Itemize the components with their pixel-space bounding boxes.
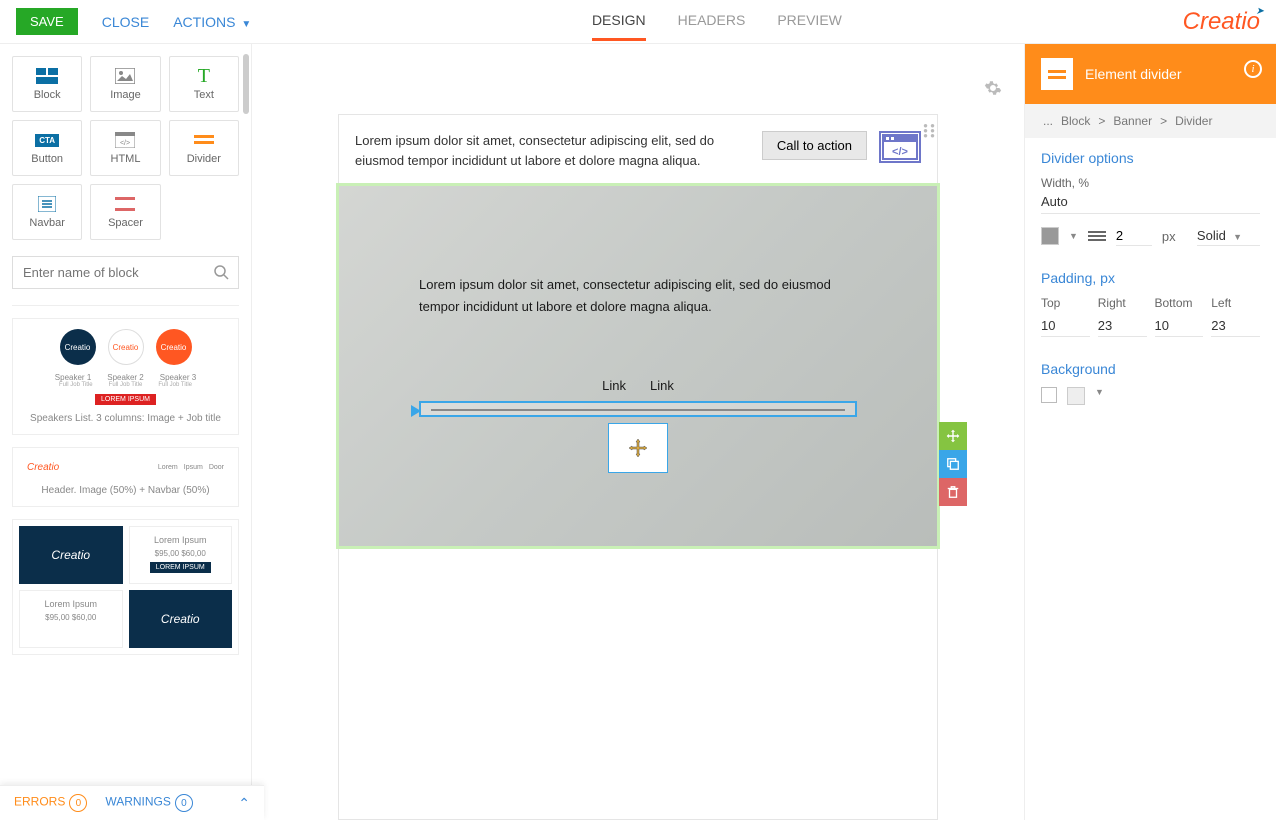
padding-top-input[interactable]: 10 [1041,318,1090,337]
navbar-icon [36,195,58,213]
padding-bottom-input[interactable]: 10 [1155,318,1204,337]
delete-element-button[interactable] [939,478,967,506]
element-spacer[interactable]: Spacer [90,184,160,240]
image-icon [114,67,136,85]
element-block[interactable]: Block [12,56,82,112]
breadcrumb: ...Block>Banner>Divider [1025,104,1276,138]
gear-icon[interactable] [984,79,1002,100]
width-field[interactable]: Auto [1041,194,1260,214]
section-padding: Padding, px [1041,270,1260,286]
element-button[interactable]: CTAButton [12,120,82,176]
button-icon: CTA [36,131,58,149]
block-template-header[interactable]: CreatioLoremIpsumDoor Header. Image (50%… [12,447,239,507]
close-button[interactable]: CLOSE [102,14,149,30]
move-element-button[interactable] [939,422,967,450]
nav-link[interactable]: Link [650,378,674,393]
chevron-down-icon[interactable]: ▼ [1069,231,1078,241]
text-icon: T [193,67,215,85]
chevron-down-icon: ▼ [241,19,251,30]
avatar: Creatio [60,329,96,365]
section-background: Background [1041,361,1260,377]
left-sidebar: Block Image TText CTAButton </>HTML Divi… [0,44,252,820]
element-html[interactable]: </>HTML [90,120,160,176]
email-body[interactable]: ● ●● ●● ● Lorem ipsum dolor sit amet, co… [338,114,938,820]
chevron-down-icon[interactable]: ▼ [1095,387,1104,405]
search-input[interactable] [12,256,239,289]
chevron-up-icon[interactable]: ⌃ [238,795,250,812]
save-button[interactable]: SAVE [16,8,78,35]
status-bar: ERRORS0 WARNINGS0 ⌃ [0,785,264,820]
cta-button[interactable]: Call to action [762,131,867,160]
tab-preview[interactable]: PREVIEW [777,2,842,41]
element-image[interactable]: Image [90,56,160,112]
copy-element-button[interactable] [939,450,967,478]
svg-text:</>: </> [120,140,130,147]
block-template-products[interactable]: Creatio Lorem Ipsum$95,00 $60,00LOREM IP… [12,519,239,655]
text-block[interactable]: Lorem ipsum dolor sit amet, consectetur … [355,131,750,170]
padding-left-input[interactable]: 23 [1211,318,1260,337]
actions-dropdown[interactable]: ACTIONS ▼ [173,14,251,30]
style-select[interactable]: Solid ▼ [1197,226,1260,246]
element-divider[interactable]: Divider [169,120,239,176]
avatar: Creatio [108,329,144,365]
search-icon[interactable] [213,264,229,283]
element-navbar[interactable]: Navbar [12,184,82,240]
padding-right-input[interactable]: 23 [1098,318,1147,337]
drag-handle-icon[interactable]: ● ●● ●● ● [923,123,935,138]
svg-text:</>: </> [892,146,908,158]
logo: Creatio➤ [1183,8,1260,36]
drop-placeholder[interactable] [608,423,668,473]
warnings-label[interactable]: WARNINGS0 [105,794,193,812]
bg-color-picker[interactable] [1067,387,1085,405]
panel-title: Element divider [1085,66,1182,82]
html-icon: </> [114,131,136,149]
thickness-input[interactable] [1116,226,1152,246]
breadcrumb-banner[interactable]: Banner [1113,114,1152,128]
block-icon [36,67,58,85]
html-element-icon[interactable]: </> [879,131,921,163]
section-divider-options: Divider options [1041,150,1260,166]
scrollbar[interactable] [243,54,249,254]
breadcrumb-block[interactable]: Block [1061,114,1090,128]
breadcrumb-divider[interactable]: Divider [1175,114,1212,128]
topbar: SAVE CLOSE ACTIONS ▼ DESIGN HEADERS PREV… [0,0,1276,44]
divider-panel-icon [1041,58,1073,90]
properties-panel: Element divider i ...Block>Banner>Divide… [1024,44,1276,820]
banner-block[interactable]: Lorem ipsum dolor sit amet, consectetur … [339,186,937,546]
divider-icon [193,131,215,149]
color-picker[interactable] [1041,227,1059,245]
tab-headers[interactable]: HEADERS [678,2,746,41]
banner-text[interactable]: Lorem ipsum dolor sit amet, consectetur … [419,274,857,318]
errors-label[interactable]: ERRORS0 [14,794,87,812]
divider-element-selected[interactable] [419,401,857,417]
background-checkbox[interactable] [1041,387,1057,403]
tab-design[interactable]: DESIGN [592,2,646,41]
avatar: Creatio [156,329,192,365]
spacer-icon [114,195,136,213]
canvas: ● ●● ●● ● Lorem ipsum dolor sit amet, co… [252,44,1024,820]
info-icon[interactable]: i [1244,60,1262,78]
nav-link[interactable]: Link [602,378,626,393]
line-style-icon [1088,231,1106,241]
block-template-speakers[interactable]: Creatio Creatio Creatio Speaker 1Speaker… [12,318,239,435]
element-text[interactable]: TText [169,56,239,112]
move-cursor-icon [628,438,648,458]
